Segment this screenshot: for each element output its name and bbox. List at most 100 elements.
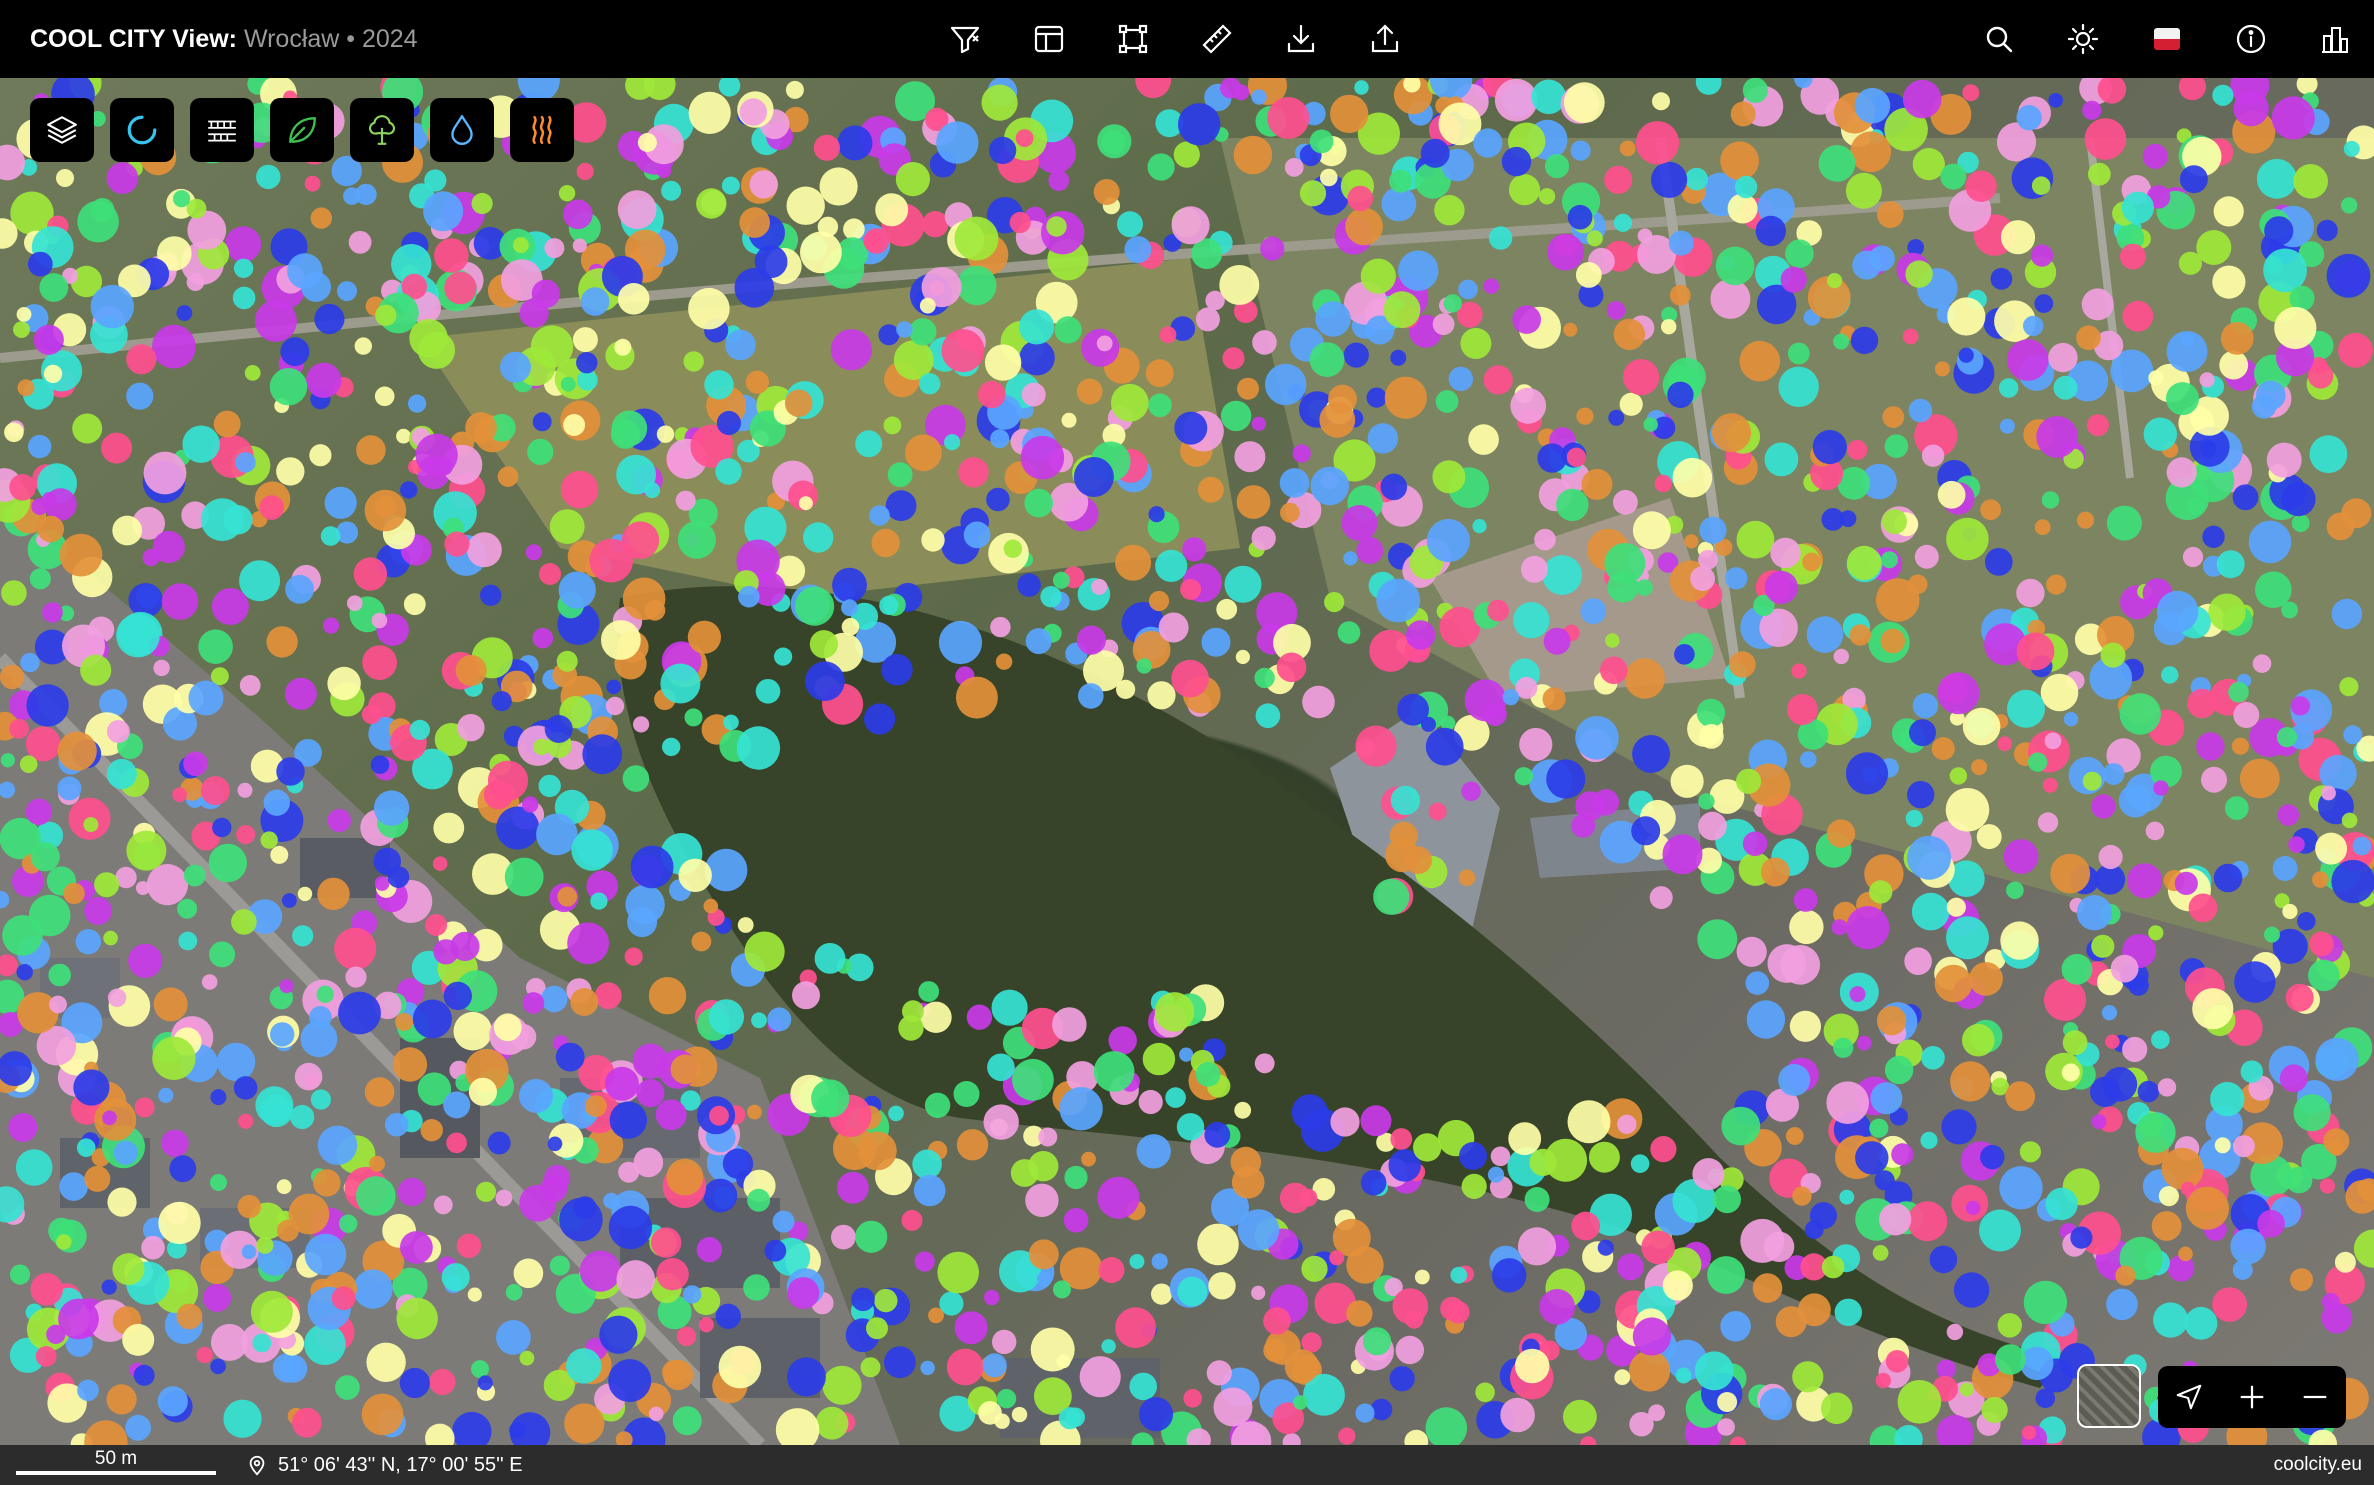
tree-crown-segment[interactable]: [1885, 1350, 1909, 1373]
tree-crown-segment[interactable]: [504, 857, 544, 897]
tree-crown-segment[interactable]: [237, 782, 253, 798]
tree-crown-segment[interactable]: [1736, 520, 1775, 559]
tree-crown-segment[interactable]: [1833, 333, 1850, 350]
tree-crown-segment[interactable]: [1355, 725, 1397, 767]
tree-crown-segment[interactable]: [116, 613, 160, 658]
tree-crown-segment[interactable]: [19, 755, 38, 773]
tree-crown-segment[interactable]: [256, 164, 281, 190]
tree-crown-segment[interactable]: [107, 988, 127, 1007]
tree-crown-segment[interactable]: [1299, 1188, 1318, 1207]
tree-crown-segment[interactable]: [809, 630, 839, 659]
tree-crown-segment[interactable]: [1742, 78, 1768, 103]
tree-crown-segment[interactable]: [1124, 236, 1152, 264]
tree-crown-segment[interactable]: [1421, 716, 1436, 732]
tree-crown-segment[interactable]: [1472, 519, 1487, 534]
tree-crown-segment[interactable]: [1251, 1285, 1266, 1300]
tree-crown-segment[interactable]: [1081, 1151, 1096, 1167]
tree-crown-segment[interactable]: [633, 716, 650, 733]
tree-crown-segment[interactable]: [884, 1346, 916, 1379]
tree-crown-segment[interactable]: [764, 1239, 787, 1262]
tree-crown-segment[interactable]: [1876, 1006, 1907, 1036]
tree-crown-segment[interactable]: [566, 1348, 602, 1384]
tree-crown-segment[interactable]: [1183, 1389, 1202, 1408]
tree-crown-segment[interactable]: [1789, 1010, 1821, 1042]
tree-crown-segment[interactable]: [751, 1012, 767, 1029]
tree-crown-segment[interactable]: [832, 567, 867, 603]
tree-crown-segment[interactable]: [1588, 1141, 1620, 1173]
tree-crown-segment[interactable]: [1997, 736, 2013, 752]
tree-crown-segment[interactable]: [444, 531, 470, 557]
tree-crown-segment[interactable]: [2296, 78, 2318, 95]
tree-crown-segment[interactable]: [279, 979, 294, 994]
tree-crown-segment[interactable]: [2208, 593, 2246, 631]
tree-crown-segment[interactable]: [563, 199, 593, 230]
tree-crown-segment[interactable]: [1745, 971, 1770, 995]
tree-crown-segment[interactable]: [2, 915, 43, 956]
tree-crown-segment[interactable]: [1537, 443, 1567, 473]
tree-crown-segment[interactable]: [178, 931, 198, 951]
tree-crown-segment[interactable]: [1524, 1187, 1550, 1212]
tree-crown-segment[interactable]: [2061, 1063, 2080, 1082]
tree-crown-segment[interactable]: [2256, 380, 2286, 411]
tree-crown-segment[interactable]: [519, 298, 549, 328]
tree-crown-segment[interactable]: [290, 1104, 315, 1130]
tree-crown-segment[interactable]: [2082, 100, 2102, 120]
tree-crown-segment[interactable]: [2034, 294, 2054, 313]
tree-crown-segment[interactable]: [937, 1251, 979, 1294]
tree-crown-segment[interactable]: [617, 283, 650, 315]
tree-crown-segment[interactable]: [2000, 220, 2036, 255]
tree-crown-segment[interactable]: [1513, 602, 1550, 639]
tree-crown-segment[interactable]: [1911, 892, 1950, 931]
tree-crown-segment[interactable]: [1413, 1133, 1442, 1162]
tree-crown-segment[interactable]: [1054, 316, 1082, 344]
tree-crown-segment[interactable]: [1946, 916, 1989, 960]
tree-crown-segment[interactable]: [990, 429, 1010, 449]
tree-crown-segment[interactable]: [1473, 128, 1503, 158]
tree-crown-segment[interactable]: [1404, 1429, 1429, 1445]
tree-crown-segment[interactable]: [2212, 265, 2246, 299]
tree-crown-segment[interactable]: [1053, 1280, 1071, 1299]
tree-crown-segment[interactable]: [992, 1329, 1017, 1355]
tree-crown-segment[interactable]: [94, 872, 120, 898]
tree-crown-segment[interactable]: [2019, 1141, 2041, 1163]
tree-crown-segment[interactable]: [1151, 1253, 1168, 1270]
tree-crown-segment[interactable]: [747, 1188, 771, 1212]
tree-crown-segment[interactable]: [1912, 693, 1939, 719]
tree-crown-segment[interactable]: [1299, 180, 1327, 207]
tree-crown-segment[interactable]: [1937, 480, 1966, 509]
tree-crown-segment[interactable]: [556, 650, 578, 672]
tree-crown-segment[interactable]: [1360, 1169, 1387, 1196]
tree-crown-segment[interactable]: [1302, 685, 1335, 719]
tree-crown-segment[interactable]: [2021, 1425, 2037, 1440]
tree-crown-segment[interactable]: [2185, 1186, 2229, 1230]
tree-crown-segment[interactable]: [1148, 506, 1165, 523]
tree-crown-segment[interactable]: [1717, 1392, 1738, 1412]
tree-crown-segment[interactable]: [1613, 318, 1646, 351]
tree-crown-segment[interactable]: [1182, 537, 1207, 562]
tree-crown-segment[interactable]: [1101, 1339, 1116, 1354]
tree-crown-segment[interactable]: [885, 490, 917, 522]
tree-crown-segment[interactable]: [605, 696, 625, 716]
map-canvas[interactable]: [0, 78, 2374, 1445]
tree-crown-segment[interactable]: [919, 297, 936, 314]
tree-crown-segment[interactable]: [1632, 1317, 1671, 1356]
tree-crown-segment[interactable]: [1367, 423, 1399, 454]
tree-crown-segment[interactable]: [83, 817, 99, 833]
tree-crown-segment[interactable]: [210, 1174, 227, 1191]
tree-crown-segment[interactable]: [2122, 300, 2154, 332]
tree-crown-segment[interactable]: [1030, 1327, 1075, 1372]
tree-crown-segment[interactable]: [557, 886, 578, 907]
tree-crown-segment[interactable]: [1280, 502, 1300, 523]
tree-crown-segment[interactable]: [1789, 909, 1824, 945]
tree-crown-segment[interactable]: [182, 425, 220, 463]
tree-crown-segment[interactable]: [334, 927, 377, 970]
tree-crown-segment[interactable]: [2338, 332, 2373, 368]
tree-crown-segment[interactable]: [2006, 881, 2024, 900]
tree-crown-segment[interactable]: [1093, 1051, 1135, 1092]
tree-crown-segment[interactable]: [803, 522, 834, 553]
tree-crown-segment[interactable]: [2016, 578, 2045, 608]
tree-crown-segment[interactable]: [371, 612, 388, 629]
tree-crown-segment[interactable]: [630, 845, 674, 889]
tree-crown-segment[interactable]: [327, 666, 361, 701]
tree-crown-segment[interactable]: [1040, 586, 1062, 608]
